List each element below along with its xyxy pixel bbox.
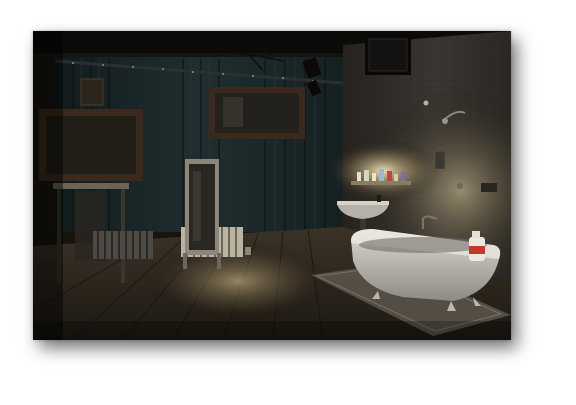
- floor-object: [245, 247, 251, 255]
- bathroom-photo: [33, 31, 511, 340]
- vignette-bottom: [33, 321, 511, 340]
- photo-frame: [33, 31, 511, 340]
- wall-picture-center: [209, 87, 305, 139]
- stage-light-icon: [365, 31, 411, 75]
- page: [0, 0, 576, 405]
- radiator-left: [93, 231, 153, 259]
- standing-mirror: [183, 159, 221, 269]
- wall-portrait: [80, 78, 104, 106]
- vignette-left: [33, 31, 63, 340]
- wall-knob-icon: [423, 100, 429, 106]
- wall-shelf: [351, 181, 411, 185]
